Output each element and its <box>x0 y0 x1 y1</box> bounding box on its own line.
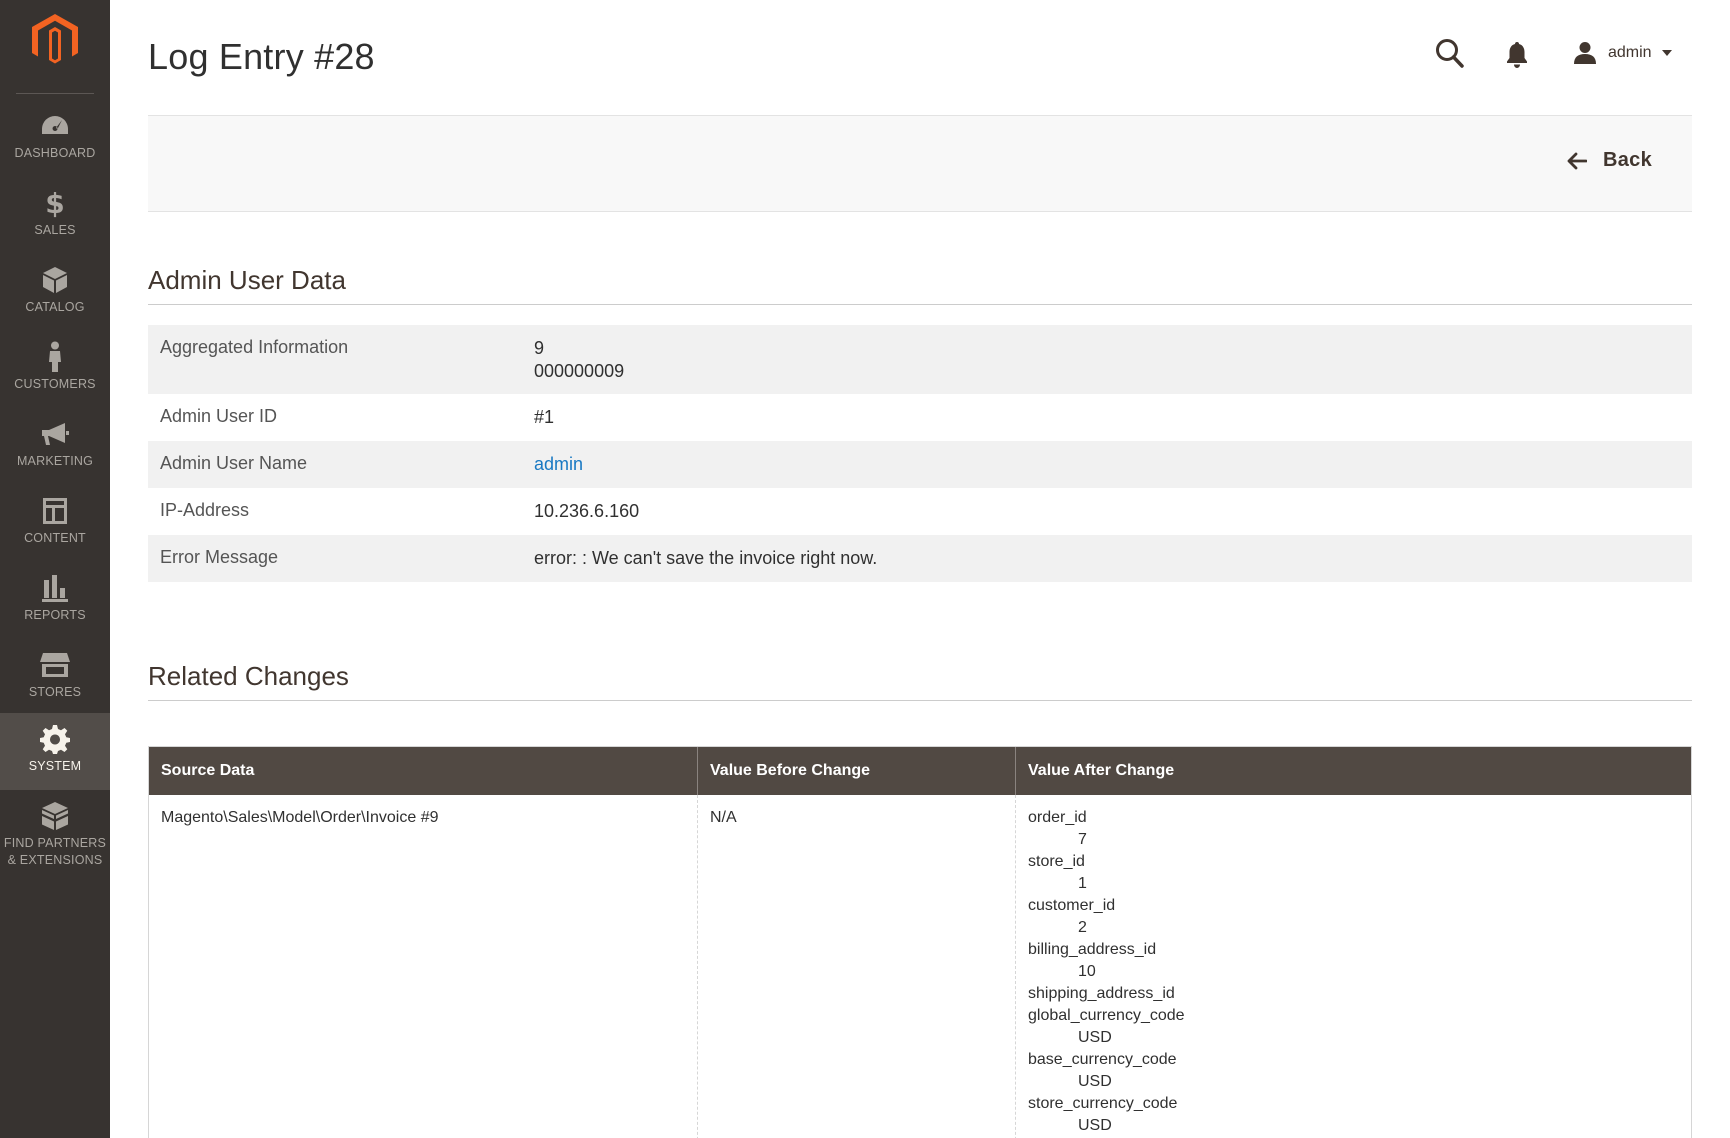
sidebar-item-label: CONTENT <box>24 531 86 545</box>
sidebar-item-label-line1: FIND PARTNERS <box>3 836 107 850</box>
info-row-error-message: Error Message error: : We can't save the… <box>148 535 1692 582</box>
cell-source-data: Magento\Sales\Model\Order\Invoice #9 <box>149 795 698 1138</box>
info-value: 9 000000009 <box>534 325 1692 394</box>
sidebar-item-dashboard[interactable]: DASHBOARD <box>0 100 110 177</box>
change-value: USD <box>1078 1117 1112 1134</box>
search-icon[interactable] <box>1435 38 1465 70</box>
info-row-admin-user-name: Admin User Name admin <box>148 441 1692 488</box>
svg-text:$: $ <box>45 188 64 218</box>
bell-icon[interactable] <box>1505 41 1529 69</box>
sidebar-item-label: SALES <box>34 223 76 237</box>
section-title-related-changes: Related Changes <box>148 661 1692 701</box>
admin-sidebar: DASHBOARD $ SALES CATALOG CUSTOMERS MARK… <box>0 0 110 1138</box>
info-value: error: : We can't save the invoice right… <box>534 548 878 568</box>
layout-icon <box>0 497 110 525</box>
chevron-down-icon <box>1661 50 1672 56</box>
admin-user-data-table: Aggregated Information 9 000000009 Admin… <box>148 325 1692 582</box>
change-value: USD <box>1078 1029 1112 1046</box>
change-key: customer_id <box>1028 897 1116 914</box>
sidebar-item-label: MARKETING <box>16 454 94 468</box>
logo-divider <box>16 93 94 94</box>
gear-icon <box>0 725 110 754</box>
user-icon <box>1574 42 1596 64</box>
sidebar-item-label: SYSTEM <box>28 759 82 773</box>
info-label: Admin User ID <box>160 406 278 426</box>
sidebar-item-catalog[interactable]: CATALOG <box>0 254 110 331</box>
back-button[interactable]: Back <box>1567 149 1652 172</box>
cell-value-after: order_id 7 store_id 1 customer_id 2 bill… <box>1016 795 1691 1138</box>
info-value-line2: 000000009 <box>534 361 625 381</box>
info-value: admin <box>534 441 1692 488</box>
table-row: Magento\Sales\Model\Order\Invoice #9 N/A… <box>149 795 1691 1138</box>
sidebar-item-customers[interactable]: CUSTOMERS <box>0 331 110 408</box>
back-button-label: Back <box>1602 149 1652 171</box>
sidebar-item-stores[interactable]: STORES <box>0 639 110 716</box>
grid-header-row: Source Data Value Before Change Value Af… <box>149 747 1691 795</box>
extensions-icon <box>0 802 110 830</box>
change-key: shipping_address_id <box>1028 985 1175 1002</box>
change-key: store_id <box>1028 853 1085 870</box>
change-key: billing_address_id <box>1028 941 1157 958</box>
change-key: global_currency_code <box>1028 1007 1185 1024</box>
bar-chart-icon <box>0 574 110 602</box>
info-value: 10.236.6.160 <box>534 501 640 521</box>
info-row-ip-address: IP-Address 10.236.6.160 <box>148 488 1692 535</box>
sidebar-item-marketing[interactable]: MARKETING <box>0 408 110 485</box>
sidebar-item-label: CUSTOMERS <box>14 377 96 391</box>
change-value: 7 <box>1078 831 1087 848</box>
storefront-icon <box>0 651 110 679</box>
cell-value-before: N/A <box>698 795 1016 1138</box>
dashboard-icon <box>0 112 110 140</box>
column-header-source-data[interactable]: Source Data <box>149 747 698 795</box>
change-key: order_id <box>1028 809 1087 826</box>
change-value: 2 <box>1078 919 1087 936</box>
sidebar-item-content[interactable]: CONTENT <box>0 485 110 562</box>
person-icon <box>0 341 110 372</box>
change-value: 1 <box>1078 875 1087 892</box>
page-actions-bar: Back <box>148 115 1692 212</box>
page-title: Log Entry #28 <box>148 36 375 77</box>
change-value: USD <box>1078 1073 1112 1090</box>
dollar-icon: $ <box>0 188 110 218</box>
change-value: 10 <box>1078 963 1096 980</box>
sidebar-item-system[interactable]: SYSTEM <box>0 713 110 790</box>
admin-user-link[interactable]: admin <box>534 454 583 474</box>
magento-logo[interactable] <box>32 14 78 66</box>
sidebar-item-label: FIND PARTNERS & EXTENSIONS <box>0 835 110 869</box>
column-header-value-after[interactable]: Value After Change <box>1016 747 1691 795</box>
section-title-admin-user-data: Admin User Data <box>148 265 1692 305</box>
info-value-line1: 9 <box>534 338 545 358</box>
sidebar-item-label: CATALOG <box>25 300 85 314</box>
user-menu-button[interactable]: admin <box>1572 38 1672 68</box>
info-row-aggregated: Aggregated Information 9 000000009 <box>148 325 1692 394</box>
sidebar-item-sales[interactable]: $ SALES <box>0 177 110 254</box>
column-header-value-before[interactable]: Value Before Change <box>698 747 1016 795</box>
sidebar-item-label: DASHBOARD <box>14 146 96 160</box>
sidebar-item-label-line2: & EXTENSIONS <box>7 853 103 867</box>
info-label: IP-Address <box>160 500 250 520</box>
sidebar-item-reports[interactable]: REPORTS <box>0 562 110 639</box>
info-value: #1 <box>534 407 555 427</box>
arrow-left-icon <box>1567 152 1587 169</box>
info-label: Error Message <box>160 547 279 567</box>
related-changes-grid: Source Data Value Before Change Value Af… <box>148 746 1692 1138</box>
change-key: base_currency_code <box>1028 1051 1177 1068</box>
info-row-admin-user-id: Admin User ID #1 <box>148 394 1692 441</box>
info-label: Aggregated Information <box>160 337 349 357</box>
sidebar-item-label: REPORTS <box>24 608 86 622</box>
box-icon <box>0 266 110 294</box>
user-name: admin <box>1608 44 1652 61</box>
change-key: store_currency_code <box>1028 1095 1178 1112</box>
sidebar-item-label: STORES <box>28 685 82 699</box>
info-label: Admin User Name <box>160 453 308 473</box>
sidebar-item-find-partners[interactable]: FIND PARTNERS & EXTENSIONS <box>0 790 110 880</box>
megaphone-icon <box>0 420 110 448</box>
